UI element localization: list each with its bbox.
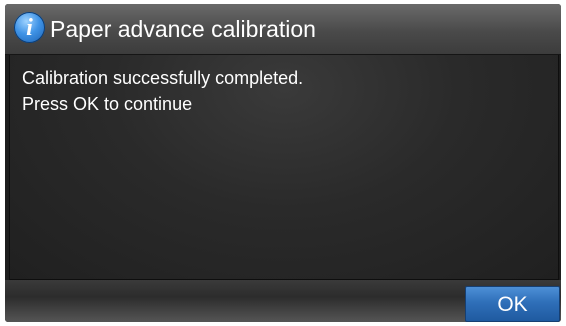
info-icon: i (14, 12, 45, 43)
dialog-title: Paper advance calibration (50, 16, 316, 42)
message-line-completed: Calibration successfully completed. (22, 68, 304, 88)
printer-display-panel: i Paper advance calibration Calibration … (5, 4, 561, 322)
message-line-instruction: Press OK to continue (22, 94, 193, 114)
ok-button[interactable]: OK (465, 286, 560, 322)
message-area: Calibration successfully completed. Pres… (9, 55, 559, 280)
dialog-title-bar: i Paper advance calibration (5, 4, 561, 55)
